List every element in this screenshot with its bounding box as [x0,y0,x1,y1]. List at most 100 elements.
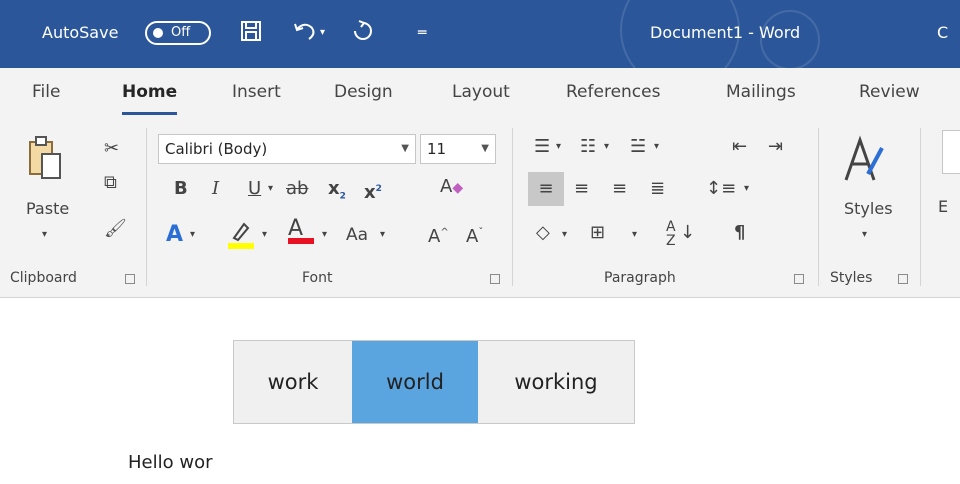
shrink-font-button[interactable]: Aˇ [466,222,483,248]
separator [512,128,513,286]
numbering-dropdown-icon[interactable]: ▾ [604,136,609,158]
underline-button[interactable]: U [248,178,261,200]
show-marks-button[interactable]: ¶ [734,222,745,244]
multilevel-list-icon[interactable]: ☱ [630,136,646,158]
tab-file[interactable]: File [32,82,60,102]
font-name-value: Calibri (Body) [165,140,268,158]
font-color-dropdown-icon[interactable]: ▾ [322,224,327,246]
title-overflow-text: C [937,23,949,42]
font-size-value: 11 [427,140,447,158]
tab-insert[interactable]: Insert [232,82,281,102]
increase-indent-icon[interactable]: ⇥ [768,136,783,158]
font-color-button[interactable]: A [288,218,314,244]
paste-label[interactable]: Paste [26,198,69,220]
editing-box[interactable] [942,130,960,174]
shading-icon[interactable]: ◇ [536,222,550,244]
title-bar: AutoSave Off ▾ ═ Document1 - Word C [0,0,960,68]
paragraph-launcher-icon[interactable] [794,274,804,284]
strikethrough-button[interactable]: ab [286,178,308,200]
document-body-text[interactable]: Hello wor [128,452,212,473]
subscript-label: x [328,178,340,199]
superscript-label: x [364,182,376,203]
ribbon: Paste ▾ ✂ ⧉ 🖌 Clipboard Calibri (Body) ▼… [0,120,960,298]
highlight-button[interactable] [228,220,254,256]
font-name-combo[interactable]: Calibri (Body) ▼ [158,134,416,164]
bullets-icon[interactable]: ☰ [534,136,550,158]
paste-dropdown-icon[interactable]: ▾ [42,224,47,246]
styles-icon[interactable] [842,134,886,192]
sort-icon[interactable]: AZ [666,220,676,248]
change-case-button[interactable]: Aa [346,224,368,246]
line-spacing-dropdown-icon[interactable]: ▾ [744,178,749,200]
align-right-icon[interactable]: ≡ [612,178,627,200]
paragraph-group-label: Paragraph [604,270,676,286]
borders-dropdown-icon[interactable]: ▾ [632,224,637,246]
separator [920,128,921,286]
tab-review[interactable]: Review [859,82,920,102]
font-launcher-icon[interactable] [490,274,500,284]
customize-qat-icon[interactable]: ═ [418,20,426,46]
tab-home[interactable]: Home [122,82,178,115]
change-case-dropdown-icon[interactable]: ▾ [380,224,385,246]
autosave-label: AutoSave [42,23,119,42]
tab-layout[interactable]: Layout [452,82,510,102]
format-painter-icon[interactable]: 🖌 [104,218,127,240]
font-group-label: Font [302,270,333,286]
multilevel-list-dropdown-icon[interactable]: ▾ [654,136,659,158]
numbering-icon[interactable]: ☷ [580,136,596,158]
paste-icon[interactable] [28,134,62,188]
copy-icon[interactable]: ⧉ [104,172,117,194]
chevron-down-icon: ▼ [401,143,409,154]
editing-label-partial: E [938,197,949,216]
line-spacing-icon[interactable]: ↕≡ [706,178,736,200]
autosave-toggle[interactable]: Off [145,21,211,45]
italic-button[interactable]: I [212,178,219,200]
text-effects-button[interactable]: A [166,224,183,246]
decrease-indent-icon[interactable]: ⇤ [732,136,747,158]
ribbon-tabs: File Home Insert Design Layout Reference… [0,68,960,120]
grow-font-label: A [428,226,441,247]
autocomplete-popup: work world working [233,340,635,424]
chevron-down-icon: ▼ [481,143,489,154]
separator [146,128,147,286]
font-color-label: A [288,216,304,241]
clipboard-launcher-icon[interactable] [125,274,135,284]
cut-icon[interactable]: ✂ [104,138,119,160]
shrink-font-label: A [466,226,479,247]
toggle-knob [153,28,163,38]
underline-dropdown-icon[interactable]: ▾ [268,178,273,200]
sort-arrow-icon[interactable]: ↓ [680,222,695,244]
document-title: Document1 - Word [650,23,801,42]
shading-dropdown-icon[interactable]: ▾ [562,224,567,246]
clipboard-group-label: Clipboard [10,270,77,286]
styles-group-label: Styles [830,270,873,286]
redo-icon[interactable] [350,20,376,46]
tab-design[interactable]: Design [334,82,393,102]
borders-icon[interactable]: ⊞ [590,222,605,244]
align-center-icon[interactable]: ≡ [574,178,589,200]
save-icon[interactable] [240,20,262,46]
separator [818,128,819,286]
clear-formatting-icon[interactable]: A◆ [440,176,463,199]
undo-icon[interactable] [292,20,318,46]
tab-references[interactable]: References [566,82,660,102]
superscript-button[interactable]: x2 [364,178,382,204]
suggestion-item-selected[interactable]: world [352,341,478,423]
tab-mailings[interactable]: Mailings [726,82,796,102]
autosave-state: Off [171,25,191,40]
font-size-combo[interactable]: 11 ▼ [420,134,496,164]
highlight-dropdown-icon[interactable]: ▾ [262,224,267,246]
bullets-dropdown-icon[interactable]: ▾ [556,136,561,158]
styles-dropdown-icon[interactable]: ▾ [862,224,867,246]
grow-font-button[interactable]: A^ [428,222,449,248]
suggestion-item[interactable]: working [478,341,634,423]
align-left-icon[interactable]: ≡ [528,172,564,206]
suggestion-item[interactable]: work [234,341,352,423]
justify-icon[interactable]: ≣ [650,178,665,200]
styles-launcher-icon[interactable] [898,274,908,284]
undo-dropdown-icon[interactable]: ▾ [320,20,325,46]
subscript-button[interactable]: x2 [328,178,346,208]
styles-button[interactable]: Styles [844,198,893,220]
text-effects-dropdown-icon[interactable]: ▾ [190,224,195,246]
bold-button[interactable]: B [174,178,188,200]
